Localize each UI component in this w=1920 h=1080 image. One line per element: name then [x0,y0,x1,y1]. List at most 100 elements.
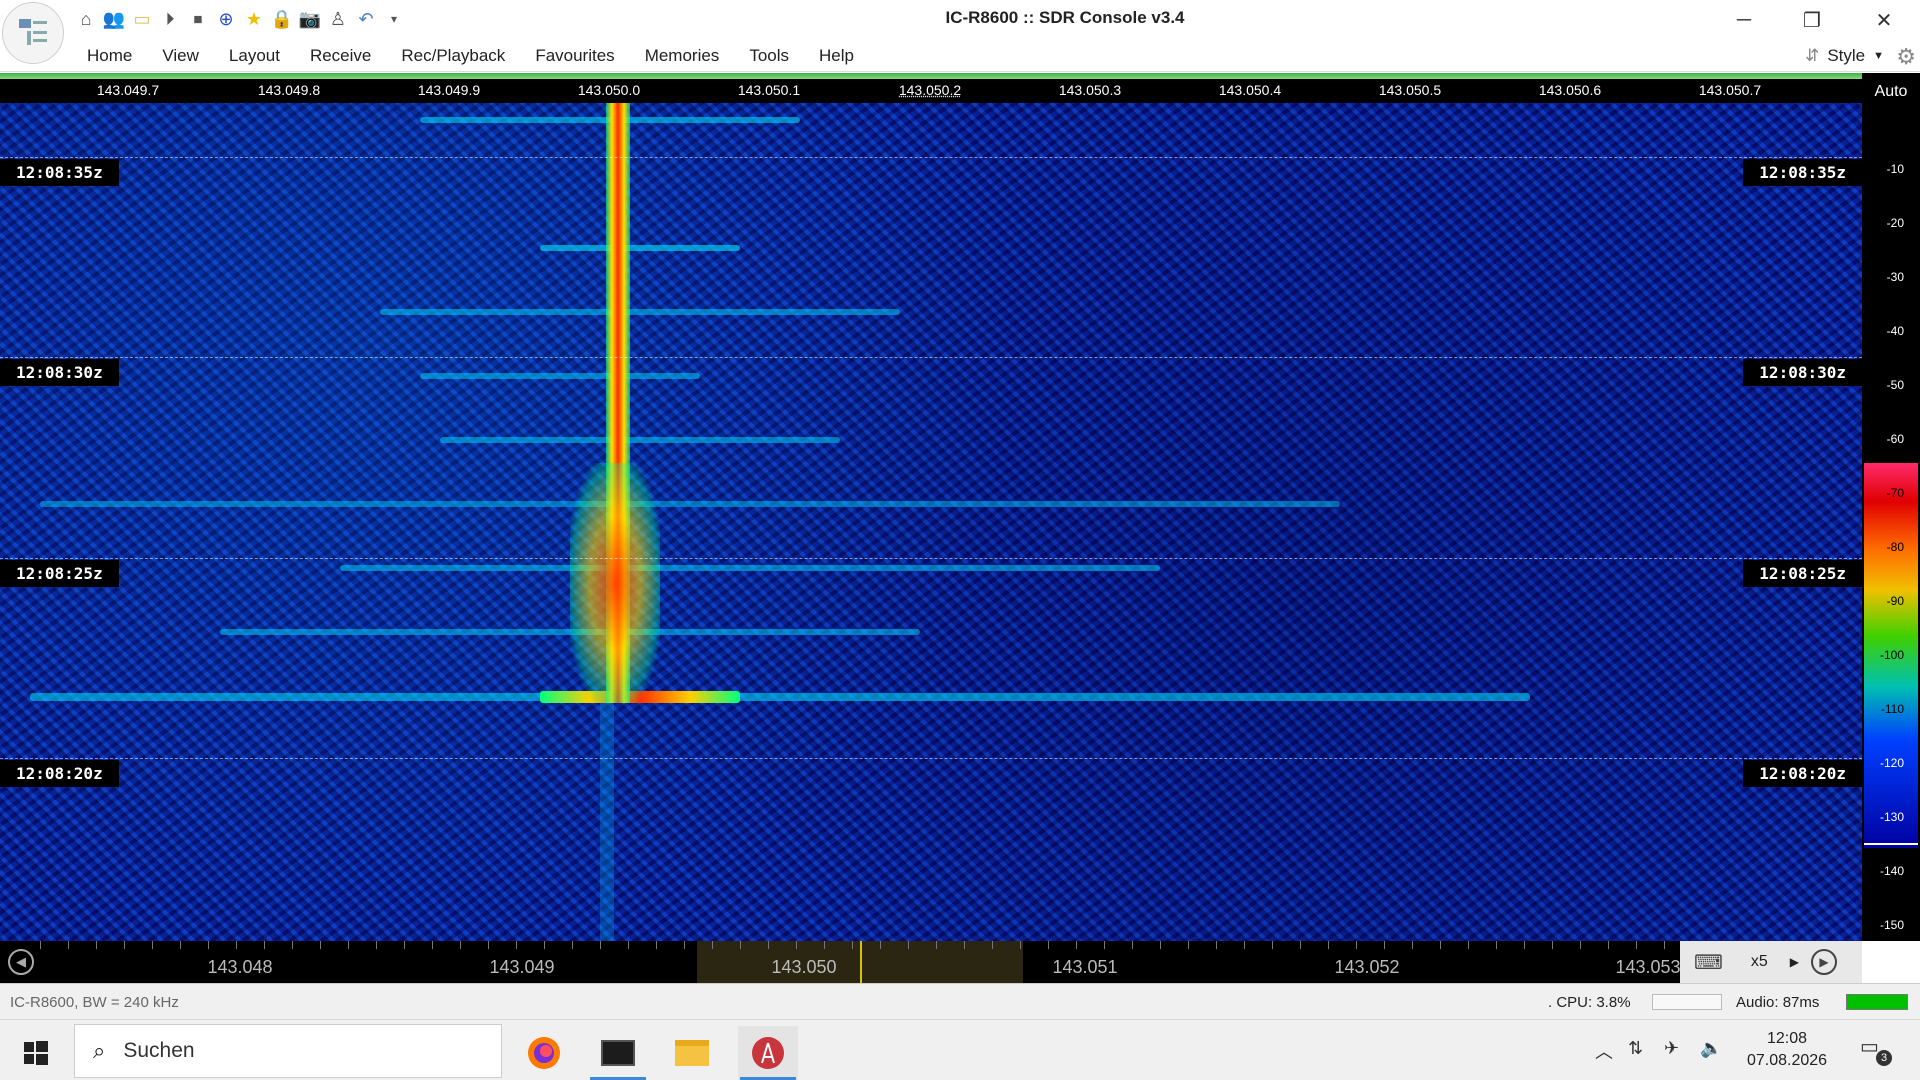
windows-start-icon[interactable] [6,1026,66,1080]
menu-rec-playback[interactable]: Rec/Playback [386,46,520,66]
scale-level: -70 [1886,486,1904,500]
taskbar: ⌕ Suchen ︿ ⇅ ✈ 🔈 12:08 07.08.2026 ▭ 3 [0,1019,1920,1080]
ruler-label: 143.050 [771,957,837,977]
carrier-ghost [600,703,614,941]
ruler-label: 143.049 [489,957,555,977]
menu-view[interactable]: View [147,46,214,66]
timestamp-right: 12:08:20z [1743,760,1862,787]
menu-tools[interactable]: Tools [734,46,804,66]
time-gridline [0,157,1862,158]
scale-level: -20 [1886,216,1904,230]
style-menu[interactable]: ⇵ Style ▼ [1805,46,1884,66]
audio-meter [1846,994,1908,1010]
ruler-label: 143.052 [1334,957,1400,977]
chevron-down-icon: ▼ [1873,50,1884,62]
carrier-spread [570,463,660,703]
time-gridline [0,357,1862,358]
signal-trace [540,245,740,251]
show-hidden-icons-icon[interactable]: ︿ [1595,1038,1613,1064]
ruler-label: 143.051 [1052,957,1118,977]
sdr-console-icon[interactable] [738,1026,798,1080]
zoom-level[interactable]: x5 [1751,953,1768,971]
menu-home[interactable]: Home [72,46,147,66]
scale-level: -120 [1879,756,1904,770]
airplane-mode-icon[interactable]: ✈ [1664,1038,1679,1059]
firefox-icon[interactable] [514,1026,574,1080]
menu-memories[interactable]: Memories [630,46,735,66]
scale-level: -50 [1886,378,1904,392]
network-icon[interactable]: ⇅ [1628,1038,1643,1059]
title-bar: ⌂ 👥 ▭ ⏵ ⏹ ⊕ ★ 🔒 📷 ♙ ↶ ▾ IC-R8600 :: SDR … [0,0,1920,64]
settings-gear-icon[interactable]: ⚙ [1896,44,1916,70]
audio-latency: Audio: 87ms [1736,994,1820,1011]
scale-level: -60 [1886,432,1904,446]
notification-count: 3 [1876,1050,1892,1066]
close-icon[interactable]: ✕ [1850,0,1918,40]
scale-level: -40 [1886,324,1904,338]
taskbar-search[interactable]: ⌕ Suchen [74,1024,502,1078]
freq-tick: 143.050.3 [1058,82,1122,98]
menu-receive[interactable]: Receive [295,46,386,66]
menu-help[interactable]: Help [804,46,869,66]
terminal-icon[interactable] [588,1026,648,1080]
signal-trace [440,437,840,443]
scale-level: -100 [1879,648,1904,662]
menu-bar: Home View Layout Receive Rec/Playback Fa… [0,40,1920,72]
cpu-meter [1652,994,1722,1010]
keyboard-icon[interactable]: ⌨ [1694,950,1723,975]
timestamp-left: 12:08:25z [0,560,119,587]
timestamp-left: 12:08:20z [0,760,119,787]
app-logo-icon [19,19,47,45]
scale-level: -140 [1879,864,1904,878]
freq-tick: 143.049.8 [257,82,321,98]
scale-level: -150 [1879,918,1904,932]
freq-tick: 143.050.4 [1218,82,1282,98]
timestamp-right: 12:08:30z [1743,359,1862,386]
freq-tick: 143.049.7 [96,82,160,98]
signal-trace [380,309,900,315]
minimize-icon[interactable]: ─ [1710,0,1778,40]
time-gridline [0,758,1862,759]
menu-layout[interactable]: Layout [214,46,295,66]
style-label: Style [1827,46,1866,65]
frequency-ruler[interactable]: ◀ 143.048 143.049 143.050 143.051 143.05… [0,941,1862,983]
scale-level: -10 [1886,162,1904,176]
scroll-right-icon[interactable]: ▶ [1811,949,1838,975]
clock-time: 12:08 [1766,1030,1808,1047]
freq-tick: 143.050.0 [577,82,641,98]
freq-tick: 143.050.5 [1378,82,1442,98]
signal-trace [420,373,700,379]
zoom-next-icon[interactable]: ▶ [1790,955,1799,969]
signal-trace [30,693,1530,701]
scale-level: -90 [1886,594,1904,608]
freq-tick: 143.049.9 [417,82,481,98]
volume-icon[interactable]: 🔈 [1700,1038,1722,1059]
main-menu: Home View Layout Receive Rec/Playback Fa… [72,46,869,66]
cpu-usage: . CPU: 3.8% [1548,994,1631,1011]
scale-floor-marker[interactable] [1864,843,1918,845]
menu-favourites[interactable]: Favourites [520,46,629,66]
time-gridline [0,558,1862,559]
search-placeholder: Suchen [123,1039,195,1062]
status-bar: IC-R8600, BW = 240 kHz . CPU: 3.8% Audio… [0,983,1920,1019]
auto-scale-button[interactable]: Auto [1862,83,1920,101]
timestamp-left: 12:08:30z [0,359,119,386]
signal-trace [340,565,1160,571]
system-clock[interactable]: 12:08 07.08.2026 [1722,1028,1852,1072]
scale-level: -130 [1879,810,1904,824]
restore-icon[interactable]: ❐ [1778,0,1846,40]
notifications-icon[interactable]: ▭ 3 [1860,1034,1892,1066]
scroll-left-icon[interactable]: ◀ [8,949,34,975]
ruler-ticks [40,941,1680,949]
waterfall-display[interactable]: 12:08:35z 12:08:30z 12:08:25z 12:08:20z … [0,103,1862,941]
file-explorer-icon[interactable] [662,1026,722,1080]
scale-level: -80 [1886,540,1904,554]
freq-tick: 143.050.1 [737,82,801,98]
timestamp-left: 12:08:35z [0,159,119,186]
application-menu-button[interactable] [2,2,64,64]
search-icon: ⌕ [93,1038,106,1063]
window-title: IC-R8600 :: SDR Console v3.4 [945,8,1185,27]
freq-tick: 143.050.2 [898,82,962,98]
timestamp-right: 12:08:25z [1743,560,1862,587]
ruler-label: 143.048 [207,957,273,977]
